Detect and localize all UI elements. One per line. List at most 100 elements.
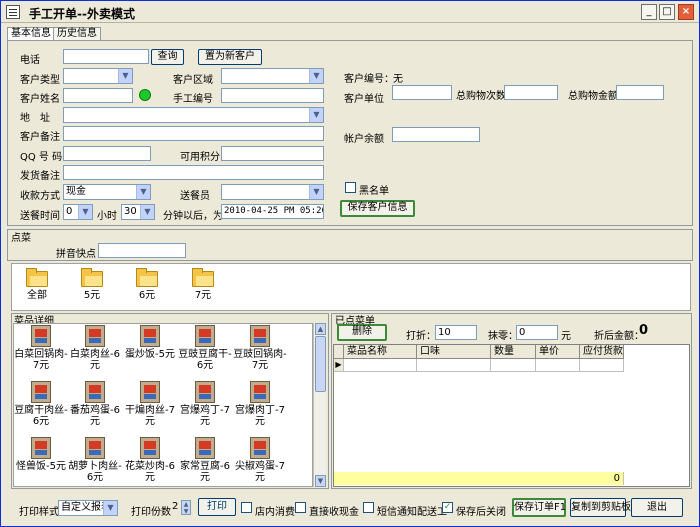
dish-item[interactable]: 宫爆肉丁-7元 xyxy=(232,381,288,427)
minimize-icon[interactable]: _ xyxy=(641,4,657,20)
main-window: 手工开单--外卖模式 _ □ × 基本信息 历史信息 电话 查询 置为新客户 客… xyxy=(0,0,700,527)
dish-label: 怪兽饭-5元 xyxy=(16,461,66,472)
dish-item[interactable]: 豆腐干肉丝-6元 xyxy=(13,381,69,427)
dish-icon xyxy=(140,325,160,347)
delivery-hour-select[interactable]: 0 ▼ xyxy=(63,204,93,220)
column-header[interactable]: 应付货款 xyxy=(580,345,624,359)
balance-input[interactable] xyxy=(392,127,480,142)
ordered-table[interactable]: 菜品名称 口味 数量 单价 应付货款 ▶ 0 xyxy=(333,344,690,487)
address-label: 地 址 xyxy=(20,113,50,124)
dish-item[interactable]: 白菜肉丝-6元 xyxy=(67,325,123,371)
folder-icon xyxy=(136,268,158,287)
phone-input[interactable] xyxy=(63,49,149,64)
dish-label: 番茄鸡蛋-6元 xyxy=(70,405,120,427)
qq-input[interactable] xyxy=(63,146,151,161)
dish-item[interactable]: 干煸肉丝-7元 xyxy=(122,381,178,427)
dish-label: 宫爆肉丁-7元 xyxy=(235,405,285,427)
pay-method-select[interactable]: 现金 ▼ xyxy=(63,184,151,200)
pay-method-label: 收款方式 xyxy=(20,191,60,202)
dish-item[interactable]: 胡萝卜肉丝-6元 xyxy=(67,437,123,483)
tab-history-info[interactable]: 历史信息 xyxy=(53,27,101,41)
round-off-input[interactable]: 0 xyxy=(516,325,558,340)
total-amount-input[interactable] xyxy=(616,85,664,100)
dine-in-checkbox[interactable] xyxy=(241,502,252,513)
reset-customer-button[interactable]: 置为新客户 xyxy=(198,49,262,65)
search-button[interactable]: 查询 xyxy=(151,49,184,65)
dish-item[interactable]: 豆豉豆腐干-6元 xyxy=(177,325,233,371)
delivery-time-label: 送餐时间 xyxy=(20,211,60,222)
manual-no-input[interactable] xyxy=(221,88,324,103)
category-7yuan[interactable]: 7元 xyxy=(181,268,225,302)
dish-item[interactable]: 白菜回锅肉-7元 xyxy=(13,325,69,371)
yuan-label: 元 xyxy=(561,331,571,342)
column-header[interactable]: 菜品名称 xyxy=(344,345,417,359)
sms-notify-checkbox[interactable] xyxy=(363,502,374,513)
table-cell[interactable] xyxy=(580,359,624,372)
dine-in-label: 店内消费 xyxy=(255,507,295,518)
courier-label: 送餐员 xyxy=(180,191,210,202)
close-icon[interactable]: × xyxy=(678,4,694,20)
dish-item[interactable]: 花菜炒肉-6元 xyxy=(122,437,178,483)
scroll-up-icon[interactable]: ▲ xyxy=(315,323,326,335)
dish-item[interactable]: 番茄鸡蛋-6元 xyxy=(67,381,123,427)
dish-icon xyxy=(140,381,160,403)
dish-label: 白菜肉丝-6元 xyxy=(70,349,120,371)
dish-item[interactable]: 怪兽饭-5元 xyxy=(13,437,69,472)
dishes-scrollbar[interactable]: ▲ ▼ xyxy=(313,323,326,487)
dish-item[interactable]: 蛋炒饭-5元 xyxy=(122,325,178,360)
row-header-corner xyxy=(334,345,344,359)
category-all[interactable]: 全部 xyxy=(15,268,59,302)
copy-to-clipboard-button[interactable]: 复制到剪贴板 xyxy=(570,498,631,517)
save-customer-button[interactable]: 保存客户信息 xyxy=(340,200,415,217)
save-order-button[interactable]: 保存订单F1 xyxy=(512,498,566,517)
table-cell[interactable] xyxy=(417,359,491,372)
dish-item[interactable]: 家常豆腐-6元 xyxy=(177,437,233,483)
discount-input[interactable]: 10 xyxy=(435,325,477,340)
exit-button[interactable]: 退出 xyxy=(631,498,683,517)
scroll-down-icon[interactable]: ▼ xyxy=(315,475,326,487)
category-6yuan[interactable]: 6元 xyxy=(125,268,169,302)
blacklist-checkbox[interactable] xyxy=(345,182,356,193)
column-header[interactable]: 口味 xyxy=(417,345,491,359)
dish-icon xyxy=(250,325,270,347)
dish-item[interactable]: 宫爆鸡丁-7元 xyxy=(177,381,233,427)
table-cell[interactable] xyxy=(491,359,536,372)
cash-checkbox[interactable] xyxy=(295,502,306,513)
dish-icon xyxy=(85,381,105,403)
dish-item[interactable]: 豆豉回锅肉-7元 xyxy=(232,325,288,371)
table-cell[interactable] xyxy=(536,359,580,372)
dish-item[interactable]: 尖椒鸡蛋-7元 xyxy=(232,437,288,483)
dish-icon xyxy=(195,325,215,347)
dish-icon xyxy=(250,437,270,459)
delivery-datetime-input[interactable]: 2010-04-25 PM 05:26:02 xyxy=(221,204,324,219)
points-input[interactable] xyxy=(221,146,324,161)
address-select[interactable]: ▼ xyxy=(63,107,324,123)
customer-type-select[interactable]: ▼ xyxy=(63,68,133,84)
tab-basic-info[interactable]: 基本信息 xyxy=(7,27,55,41)
scroll-thumb[interactable] xyxy=(315,336,326,392)
ship-note-input[interactable] xyxy=(63,165,324,180)
delete-button[interactable]: 删除 xyxy=(337,324,387,341)
category-5yuan[interactable]: 5元 xyxy=(70,268,114,302)
print-button[interactable]: 打印 xyxy=(198,498,236,516)
customer-note-label: 客户备注 xyxy=(20,132,60,143)
customer-unit-input[interactable] xyxy=(392,85,452,100)
spinner-icon[interactable]: ▲ ▼ xyxy=(181,500,191,515)
courier-select[interactable]: ▼ xyxy=(221,184,324,200)
close-after-save-checkbox[interactable]: ✓ xyxy=(442,502,453,513)
customer-name-input[interactable] xyxy=(63,88,133,103)
chevron-down-icon: ▼ xyxy=(140,205,154,219)
total-times-input[interactable] xyxy=(504,85,558,100)
dish-label: 白菜回锅肉-7元 xyxy=(14,349,68,371)
table-cell[interactable] xyxy=(344,359,417,372)
delivery-minute-select[interactable]: 30 ▼ xyxy=(121,204,155,220)
customer-note-input[interactable] xyxy=(63,126,324,141)
dish-icon xyxy=(31,381,51,403)
chevron-down-icon: ▼ xyxy=(309,69,323,83)
column-header[interactable]: 数量 xyxy=(491,345,536,359)
column-header[interactable]: 单价 xyxy=(536,345,580,359)
pinyin-input[interactable] xyxy=(98,243,186,258)
customer-area-select[interactable]: ▼ xyxy=(221,68,324,84)
print-style-select[interactable]: 自定义报表 ▼ xyxy=(58,500,118,516)
maximize-icon[interactable]: □ xyxy=(659,4,675,20)
